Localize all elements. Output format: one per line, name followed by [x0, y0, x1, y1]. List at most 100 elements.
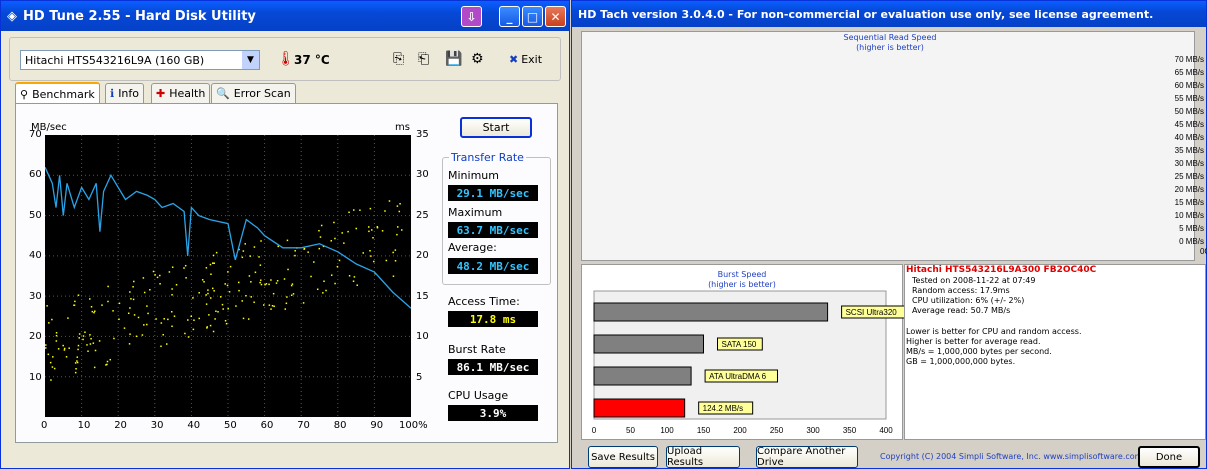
access-point [113, 337, 115, 340]
x-tick: 90 [370, 420, 384, 431]
access-point [198, 317, 201, 320]
access-point [307, 251, 309, 253]
access-point [160, 322, 163, 324]
tab-error-scan[interactable]: 🔍 Error Scan [211, 83, 296, 103]
close-button[interactable]: ✕ [545, 6, 566, 27]
done-button[interactable]: Done [1138, 446, 1200, 468]
access-point [45, 347, 47, 349]
maximize-button[interactable]: □ [522, 6, 543, 27]
access-point [275, 282, 278, 284]
tab-health[interactable]: ✚ Health [151, 83, 211, 103]
access-point [260, 279, 262, 281]
access-point [381, 230, 384, 232]
access-point [192, 297, 194, 299]
tab-benchmark[interactable]: ⚲ Benchmark [15, 82, 100, 104]
access-point [336, 265, 339, 268]
tab-info[interactable]: ℹ Info [105, 83, 145, 103]
access-point [133, 314, 136, 316]
exit-button[interactable]: ✖ Exit [509, 53, 542, 66]
access-point [224, 319, 227, 322]
seq-y-tick: 15 MB/s [1175, 198, 1204, 207]
access-point [87, 350, 89, 352]
access-point [208, 314, 210, 316]
access-point [47, 353, 50, 356]
seq-y-tick: 70 MB/s [1175, 55, 1204, 64]
access-point [57, 348, 60, 350]
y-tick-left: 20 [29, 331, 42, 343]
start-button[interactable]: Start [460, 117, 532, 138]
access-point [356, 284, 358, 286]
access-point [325, 289, 327, 292]
access-point [211, 287, 214, 290]
average-value: 48.2 MB/sec [448, 258, 538, 274]
y-tick-right: 20 [416, 250, 429, 262]
access-point [320, 224, 323, 227]
x-tick: 100% [399, 420, 428, 431]
access-point [291, 283, 294, 285]
access-point [123, 327, 126, 329]
access-point [109, 358, 111, 361]
access-point [51, 318, 53, 321]
access-point [127, 312, 130, 315]
access-point [107, 285, 109, 288]
access-point [353, 209, 355, 211]
x-tick: 40 [187, 420, 201, 431]
access-point [373, 260, 375, 263]
access-point [90, 337, 92, 340]
tab-error-scan-label: Error Scan [233, 87, 291, 100]
access-point [285, 302, 288, 305]
access-point [250, 296, 252, 298]
access-point [392, 251, 394, 254]
download-icon[interactable]: ⇩ [461, 6, 482, 27]
access-point [286, 296, 288, 298]
note-line: MB/s = 1,000,000 bytes per second. [906, 347, 1052, 356]
chevron-down-icon[interactable]: ▼ [242, 51, 259, 69]
access-point [388, 200, 391, 202]
access-point [362, 252, 364, 254]
x-tick: 80 [333, 420, 347, 431]
access-point [98, 340, 101, 342]
access-point [401, 229, 403, 231]
access-point [45, 344, 47, 346]
access-point [112, 310, 114, 312]
access-point [53, 367, 56, 370]
access-point [259, 264, 262, 266]
exit-icon: ✖ [509, 53, 519, 66]
access-point [128, 343, 131, 345]
copy-icon[interactable]: ⎘ [393, 51, 404, 67]
copy-all-icon[interactable]: ⎗ [418, 51, 429, 67]
save-icon[interactable]: 💾 [445, 51, 462, 67]
access-point [143, 291, 146, 294]
access-point [385, 259, 388, 262]
access-point [228, 291, 231, 293]
access-point [132, 298, 135, 301]
access-point [334, 282, 336, 285]
access-point [173, 315, 176, 317]
access-point [141, 334, 144, 336]
temperature: 37 °C [294, 53, 330, 67]
access-point [78, 337, 80, 339]
minimize-button[interactable]: _ [499, 6, 520, 27]
access-point [258, 256, 260, 258]
drive-select[interactable]: Hitachi HTS543216L9A (160 GB) ▼ [20, 50, 260, 70]
options-icon[interactable]: ⚙ [471, 51, 484, 67]
burst-bar [593, 302, 829, 322]
compare-drive-button[interactable]: Compare Another Drive [756, 446, 858, 468]
access-point [368, 230, 370, 233]
access-point [369, 207, 372, 210]
access-point [51, 366, 54, 368]
access-point [242, 250, 245, 252]
access-point [294, 254, 296, 257]
seq-y-tick: 40 MB/s [1175, 133, 1204, 142]
access-point [272, 292, 275, 295]
access-point [77, 294, 80, 296]
access-point [135, 335, 138, 338]
maximum-value: 63.7 MB/sec [448, 222, 538, 238]
burst-rate-value: 86.1 MB/sec [448, 359, 538, 375]
access-point [130, 298, 132, 300]
upload-results-button[interactable]: Upload Results [666, 446, 740, 468]
save-results-button[interactable]: Save Results [588, 446, 658, 468]
seq-y-tick: 25 MB/s [1175, 172, 1204, 181]
access-point [162, 333, 164, 336]
access-point [46, 305, 48, 307]
